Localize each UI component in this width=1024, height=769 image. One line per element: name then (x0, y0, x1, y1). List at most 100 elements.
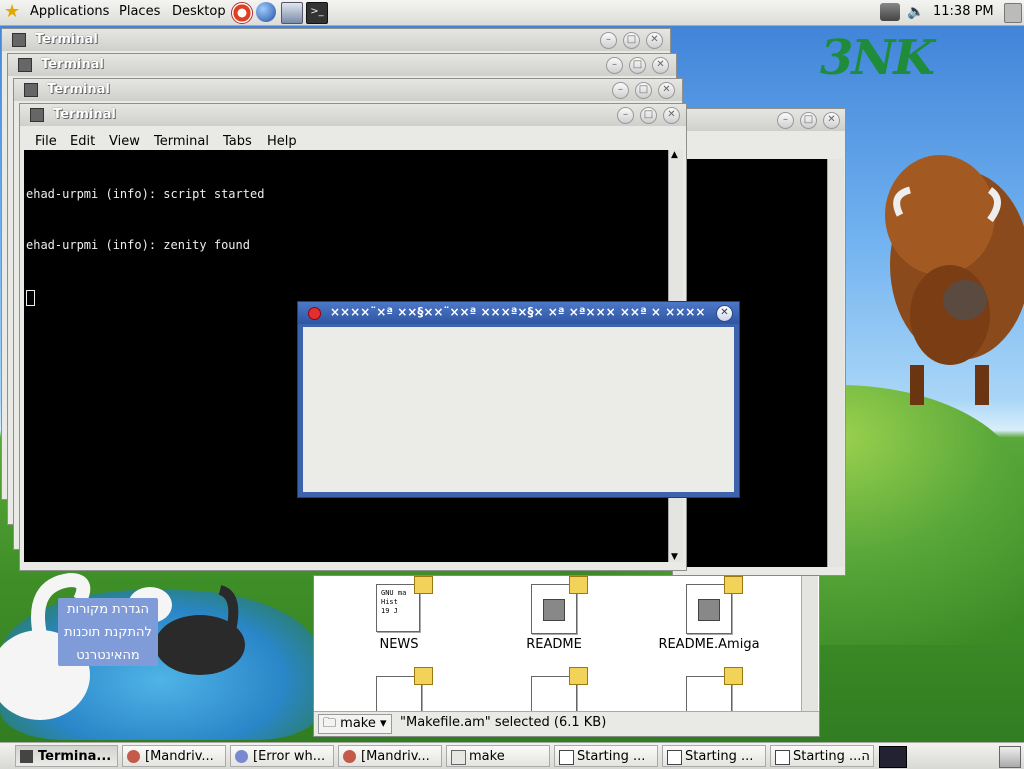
close-button[interactable]: ✕ (658, 82, 675, 99)
tooltip-line: מהאינטרנט (76, 648, 140, 663)
terminal-line: ehad-urpmi (info): zenity found (26, 238, 250, 252)
menu-file[interactable]: File (35, 134, 57, 149)
window-title: Terminal (47, 82, 110, 97)
titlebar[interactable]: Terminal – □ ✕ (14, 79, 682, 101)
titlebar[interactable]: Terminal – □ ✕ (20, 104, 686, 126)
menu-desktop[interactable]: Desktop (172, 4, 226, 19)
window-title: Terminal (35, 32, 98, 47)
mandriva-icon (127, 750, 140, 763)
terminal-launcher-icon[interactable]: >_ (306, 2, 328, 24)
minimize-button[interactable]: – (777, 112, 794, 129)
zenity-dialog[interactable]: ××××¨×ª ××§××¨××ª ×××ª×§× ×ª ×ª××× ××ª ×… (297, 301, 740, 498)
minimize-button[interactable]: – (606, 57, 623, 74)
maximize-button[interactable]: □ (629, 57, 646, 74)
taskbar-label: Starting ... (577, 749, 646, 764)
taskbar-label: Starting ...ה (793, 749, 870, 764)
vertical-scrollbar[interactable] (827, 159, 844, 567)
bison-illustration (885, 155, 1024, 405)
taskbar-label: Starting ... (685, 749, 754, 764)
clock[interactable]: 11:38 PM (933, 4, 994, 19)
file-label[interactable]: README (494, 637, 614, 652)
trash-icon[interactable] (999, 746, 1021, 768)
scroll-up-arrow-icon[interactable]: ▲ (671, 150, 678, 160)
file-manager-window[interactable]: GNU ma Hist 19 J NEWS README README.Amig… (313, 575, 820, 737)
menu-help[interactable]: Help (267, 134, 297, 149)
taskbar-label: make (469, 749, 505, 764)
bottom-panel: Termina... [Mandriv... [Error wh... [Man… (0, 742, 1024, 769)
titlebar[interactable]: Terminal – □ ✕ (2, 29, 670, 51)
menu-applications[interactable]: Applications (30, 4, 109, 19)
menu-places[interactable]: Places (119, 4, 160, 19)
window-icon (775, 750, 790, 765)
status-bar: 🗀 make ▾ "Makefile.am" selected (6.1 KB) (314, 711, 819, 736)
power-icon[interactable] (1004, 3, 1022, 23)
network-icon[interactable] (880, 3, 900, 21)
lock-emblem-icon (414, 667, 433, 685)
file-label[interactable]: NEWS (339, 637, 459, 652)
path-button[interactable]: 🗀 make ▾ (318, 714, 392, 734)
lock-emblem-icon (569, 667, 588, 685)
terminal-icon (20, 750, 33, 763)
chevron-down-icon: ▾ (380, 716, 387, 731)
top-panel: ★ Applications Places Desktop >_ 🔈 11:38… (0, 0, 1024, 26)
maximize-button[interactable]: □ (640, 107, 657, 124)
taskbar-label: [Error wh... (253, 749, 326, 764)
terminal-cursor (26, 290, 35, 306)
star-icon[interactable]: ★ (4, 1, 20, 22)
menu-tabs[interactable]: Tabs (223, 134, 252, 149)
taskbar-label: [Mandriv... (145, 749, 214, 764)
maximize-button[interactable]: □ (623, 32, 640, 49)
email-client-icon[interactable] (281, 2, 303, 24)
maximize-button[interactable]: □ (635, 82, 652, 99)
window-icon (667, 750, 682, 765)
tooltip-line: הגדרת מקורות (67, 602, 149, 617)
taskbar-item-starting-1[interactable]: Starting ... (554, 745, 658, 767)
workspace-switcher-icon[interactable] (879, 746, 907, 768)
status-text: "Makefile.am" selected (6.1 KB) (400, 715, 607, 730)
dialog-titlebar[interactable]: ××××¨×ª ××§××¨××ª ×××ª×§× ×ª ×ª××× ××ª ×… (298, 302, 739, 324)
minimize-button[interactable]: – (612, 82, 629, 99)
taskbar-item-starting-3[interactable]: Starting ...ה (770, 745, 874, 767)
taskbar-item-terminal[interactable]: Termina... (15, 745, 118, 767)
volume-icon[interactable]: 🔈 (907, 4, 924, 20)
titlebar[interactable]: Terminal – □ ✕ (8, 54, 676, 76)
taskbar-item-make[interactable]: make (446, 745, 550, 767)
scroll-down-arrow-icon[interactable]: ▼ (671, 552, 678, 562)
folder-icon: 🗀 (323, 716, 337, 731)
titlebar[interactable]: – □ ✕ (673, 109, 845, 131)
menu-terminal[interactable]: Terminal (154, 134, 209, 149)
path-button-label: make (340, 716, 376, 731)
terminal-icon (18, 58, 32, 72)
menu-view[interactable]: View (109, 134, 140, 149)
lock-emblem-icon (724, 667, 743, 685)
taskbar-label: Termina... (38, 749, 112, 764)
terminal-icon (30, 108, 44, 122)
taskbar-item-mandriva-1[interactable]: [Mandriv... (122, 745, 226, 767)
web-browser-icon[interactable] (256, 2, 276, 22)
minimize-button[interactable]: – (617, 107, 634, 124)
minimize-button[interactable]: – (600, 32, 617, 49)
taskbar-item-starting-2[interactable]: Starting ... (662, 745, 766, 767)
close-button[interactable]: ✕ (716, 305, 733, 322)
lock-emblem-icon (724, 576, 743, 594)
close-button[interactable]: ✕ (823, 112, 840, 129)
error-icon (308, 307, 321, 320)
file-label[interactable]: README.Amiga (649, 637, 769, 652)
close-button[interactable]: ✕ (663, 107, 680, 124)
terminal-icon (12, 33, 26, 47)
close-button[interactable]: ✕ (646, 32, 663, 49)
vertical-scrollbar[interactable] (801, 576, 818, 711)
maximize-button[interactable]: □ (800, 112, 817, 129)
terminal-icon (24, 83, 38, 97)
dialog-title: ××××¨×ª ××§××¨××ª ×××ª×§× ×ª ×ª××× ××ª ×… (330, 305, 706, 319)
window-icon (559, 750, 574, 765)
help-lifebuoy-icon[interactable] (231, 2, 253, 24)
taskbar-item-error[interactable]: [Error wh... (230, 745, 334, 767)
taskbar-item-mandriva-2[interactable]: [Mandriv... (338, 745, 442, 767)
window-title: Terminal (41, 57, 104, 72)
dialog-content (303, 327, 734, 492)
close-button[interactable]: ✕ (652, 57, 669, 74)
lock-emblem-icon (414, 576, 433, 594)
browser-icon (235, 750, 248, 763)
menu-edit[interactable]: Edit (70, 134, 95, 149)
